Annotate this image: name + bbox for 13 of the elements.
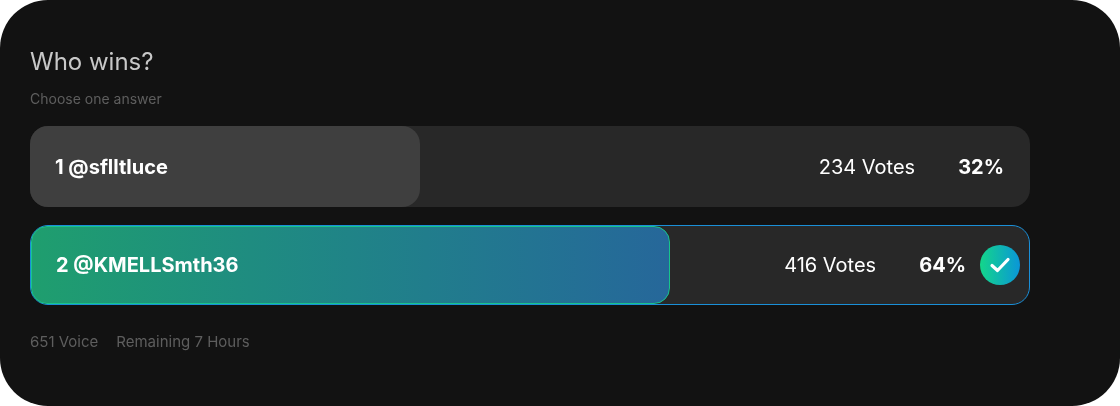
poll-subtitle: Choose one answer: [30, 90, 162, 108]
total-voices: 651 Voice: [30, 331, 99, 353]
check-icon: [980, 245, 1020, 285]
poll-option[interactable]: 1 @sflltluce 234 Votes 32%: [30, 126, 1030, 207]
time-remaining: Remaining 7 Hours: [116, 331, 250, 353]
vote-percent: 32%: [958, 153, 1004, 181]
poll-title: Who wins?: [30, 46, 154, 78]
poll-option[interactable]: 2 @KMELLSmth36 416 Votes 64%: [30, 225, 1030, 305]
vote-count: 234 Votes: [818, 153, 916, 181]
option-label: 2 @KMELLSmth36: [56, 252, 239, 279]
option-label: 1 @sflltluce: [55, 153, 168, 181]
vote-percent: 64%: [919, 252, 966, 279]
vote-count: 416 Votes: [784, 252, 877, 279]
